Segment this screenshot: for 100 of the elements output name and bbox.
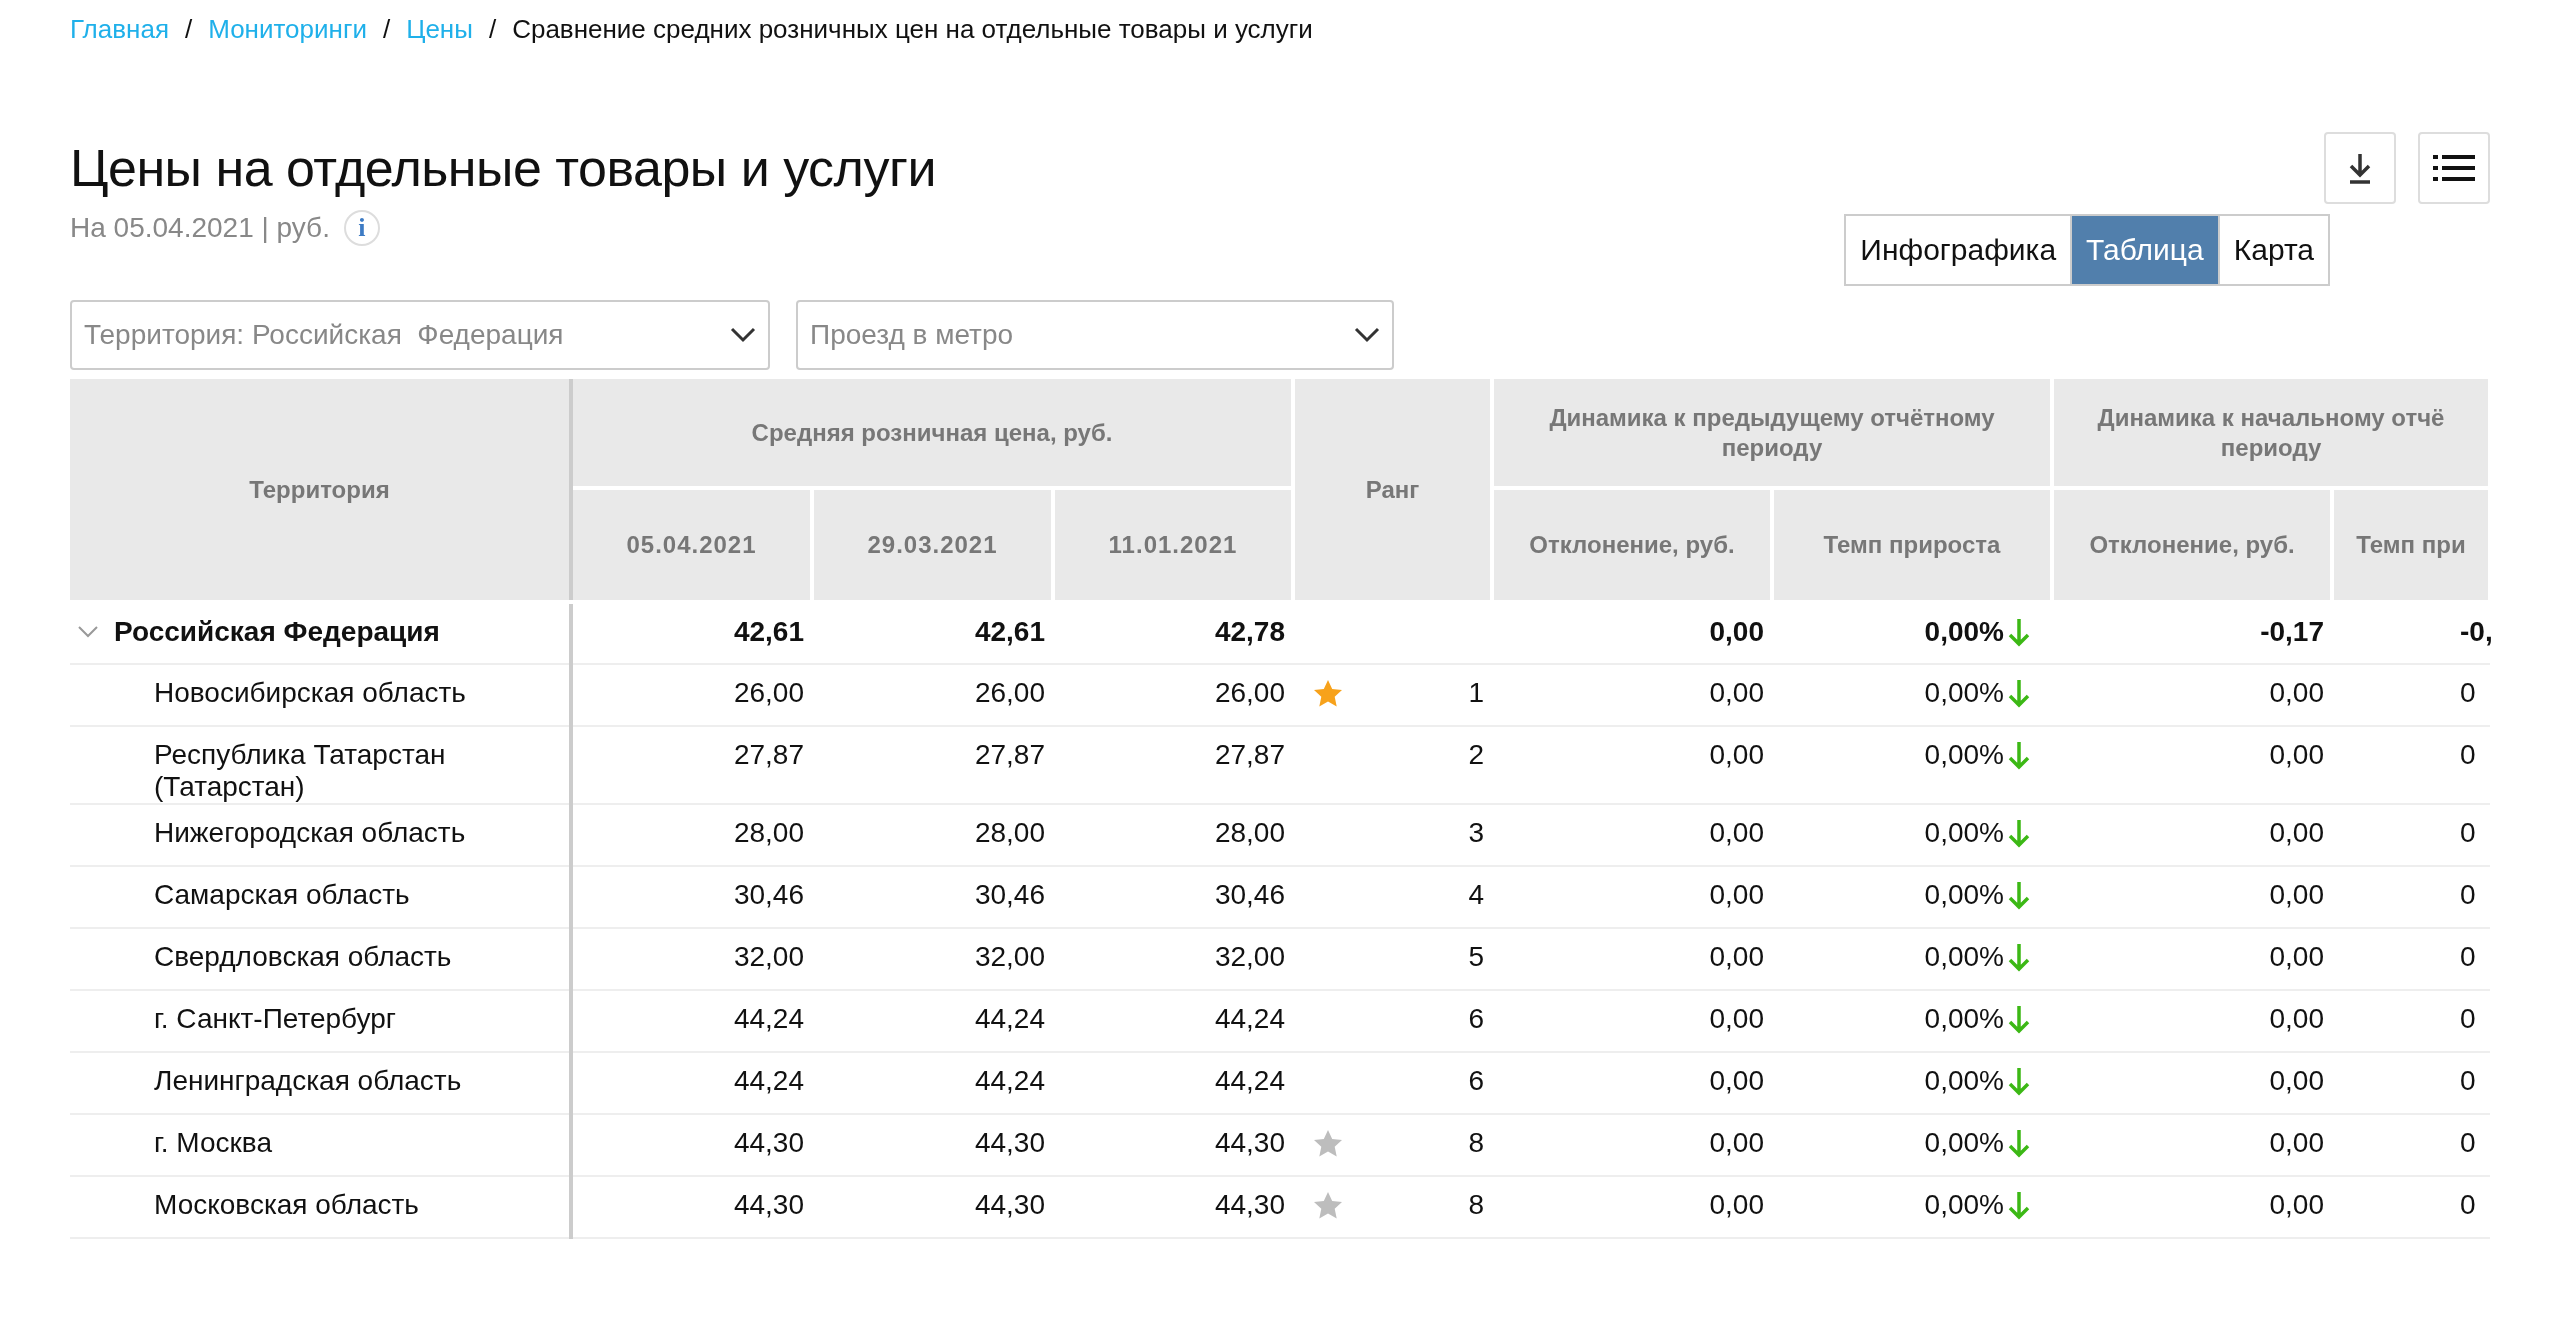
column-header: Отклонение, руб. [1492,488,1772,602]
column-header: Темп прироста [1772,488,2052,602]
breadcrumb-link[interactable]: Мониторинги [208,14,367,45]
price-value: 44,24 [733,1003,804,1034]
deviation-value: 0,00 [1709,879,1764,910]
deviation-value: 0,00 [2269,1065,2324,1096]
growth-rate-value: 0,00% [1924,1127,2004,1159]
price-value: 30,46 [1214,879,1285,910]
territory-name: Нижегородская область [154,817,466,849]
date-subtitle: На 05.04.2021 | руб. [70,212,330,244]
territory-name: Российская Федерация [114,616,440,648]
deviation-value: 0,00 [1709,1189,1764,1220]
growth-rate-value: 0,00% [1924,677,2004,709]
growth-rate-value: -0, [2460,616,2493,647]
price-value: 28,00 [1214,817,1285,848]
territory-name: г. Москва [154,1127,272,1159]
growth-rate-value: 0,00% [1924,941,2004,973]
territory-name: Московская область [154,1189,419,1221]
rank-value: 1 [1468,677,1484,709]
breadcrumb-separator: / [382,14,391,45]
menu-button[interactable] [2418,132,2490,204]
deviation-value: 0,00 [2269,1003,2324,1034]
deviation-value: 0,00 [1709,817,1764,848]
growth-rate-value: 0,00% [1924,1003,2004,1035]
page-title: Цены на отдельные товары и услуги [70,138,936,198]
price-value: 44,24 [1214,1065,1285,1096]
growth-rate-value: 0 [2460,879,2476,910]
breadcrumb-current: Сравнение средних розничных цен на отдельные товары и услуги [512,14,1313,45]
chevron-down-icon [730,327,756,343]
growth-rate-value: 0 [2460,1003,2476,1034]
growth-rate-value: 0,00% [1924,739,2004,771]
price-value: 27,87 [1214,739,1285,770]
price-value: 44,30 [974,1127,1045,1158]
view-tab[interactable]: Таблица [2070,216,2218,284]
breadcrumb-link[interactable]: Цены [406,14,473,45]
price-value: 32,00 [733,941,804,972]
price-value: 44,30 [1214,1189,1285,1220]
price-value: 27,87 [974,739,1045,770]
price-value: 32,00 [1214,941,1285,972]
price-value: 44,30 [733,1127,804,1158]
deviation-value: 0,00 [2269,1189,2324,1220]
growth-rate-value: 0,00% [1924,1189,2004,1221]
column-header: Отклонение, руб. [2052,488,2332,602]
deviation-value: 0,00 [2269,1127,2324,1158]
rank-value: 3 [1468,817,1484,849]
breadcrumb-separator: / [488,14,497,45]
deviation-value: 0,00 [1709,616,1764,647]
deviation-value: 0,00 [1709,1065,1764,1096]
growth-rate-value: 0 [2460,941,2476,972]
download-button[interactable] [2324,132,2396,204]
territory-name: Новосибирская область [154,677,466,709]
deviation-value: 0,00 [1709,739,1764,770]
breadcrumb-link[interactable]: Главная [70,14,169,45]
price-value: 42,61 [733,616,804,647]
info-button[interactable]: i [343,210,380,246]
breadcrumb-separator: / [184,14,193,45]
rank-value: 8 [1468,1127,1484,1159]
territory-name: Свердловская область [154,941,452,973]
price-value: 26,00 [733,677,804,708]
price-value: 27,87 [733,739,804,770]
growth-rate-value: 0 [2460,1189,2476,1220]
filter-dropdown[interactable]: Территория: Российская Федерация [70,300,770,370]
rank-value: 4 [1468,879,1484,911]
growth-rate-value: 0,00% [1924,1065,2004,1097]
price-value: 44,24 [733,1065,804,1096]
growth-rate-value: 0 [2460,739,2476,770]
chevron-down-icon[interactable] [78,626,98,638]
column-group-header: Средняя розничная цена, руб. [571,379,1293,488]
price-value: 42,78 [1214,616,1285,647]
deviation-value: 0,00 [1709,941,1764,972]
growth-rate-value: 0 [2460,1127,2476,1158]
price-value: 44,30 [733,1189,804,1220]
price-value: 44,24 [974,1065,1045,1096]
column-group-header: Динамика к начальному отчё периоду [2052,379,2491,488]
column-header: Территория [70,379,571,602]
territory-name: Самарская область [154,879,410,911]
filter-dropdown[interactable]: Проезд в метро [796,300,1394,370]
deviation-value: 0,00 [2269,879,2324,910]
growth-rate-value: 0,00% [1924,616,2004,648]
deviation-value: 0,00 [1709,677,1764,708]
price-value: 26,00 [1214,677,1285,708]
price-value: 44,30 [974,1189,1045,1220]
price-value: 44,24 [1214,1003,1285,1034]
territory-name: г. Санкт-Петербург [154,1003,396,1035]
price-value: 30,46 [733,879,804,910]
price-value: 44,30 [1214,1127,1285,1158]
column-header: Ранг [1293,379,1492,602]
column-header: 05.04.2021 [571,488,812,602]
growth-rate-value: 0,00% [1924,817,2004,849]
column-header: 29.03.2021 [812,488,1053,602]
rank-value: 6 [1468,1065,1484,1097]
territory-name: Ленинградская область [154,1065,462,1097]
price-value: 28,00 [733,817,804,848]
deviation-value: 0,00 [2269,739,2324,770]
deviation-value: 0,00 [1709,1003,1764,1034]
price-value: 44,24 [974,1003,1045,1034]
column-group-header: Динамика к предыдущему отчётному периоду [1492,379,2052,488]
price-value: 32,00 [974,941,1045,972]
growth-rate-value: 0 [2460,817,2476,848]
deviation-value: 0,00 [1709,1127,1764,1158]
